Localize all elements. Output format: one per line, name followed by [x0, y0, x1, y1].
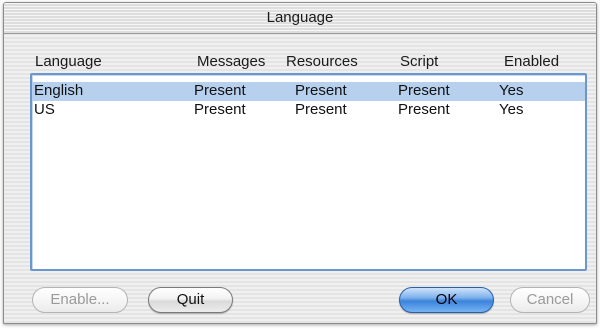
cell-language: English — [34, 82, 84, 99]
language-dialog: Language Language Messages Resources Scr… — [3, 2, 597, 324]
cell-enabled: Yes — [499, 82, 524, 99]
cell-messages: Present — [194, 101, 246, 118]
cell-script: Present — [398, 82, 450, 99]
cell-language: US — [34, 101, 55, 118]
quit-button[interactable]: Quit — [148, 287, 233, 313]
column-header-script[interactable]: Script — [400, 53, 438, 70]
ok-button[interactable]: OK — [399, 287, 494, 313]
dialog-title: Language — [266, 9, 334, 26]
cell-resources: Present — [295, 82, 347, 99]
language-list[interactable]: English Present Present Present Yes US P… — [30, 73, 587, 271]
column-header-enabled[interactable]: Enabled — [504, 53, 559, 70]
column-header-messages[interactable]: Messages — [197, 53, 265, 70]
cell-script: Present — [398, 101, 450, 118]
cell-messages: Present — [194, 82, 246, 99]
column-header-language[interactable]: Language — [35, 53, 102, 70]
cell-resources: Present — [295, 101, 347, 118]
cancel-button[interactable]: Cancel — [510, 287, 590, 313]
language-row-english[interactable]: English Present Present Present Yes — [32, 82, 585, 101]
cell-enabled: Yes — [499, 101, 524, 118]
dialog-titlebar[interactable]: Language — [4, 3, 596, 34]
language-row-us[interactable]: US Present Present Present Yes — [32, 101, 585, 120]
enable-button[interactable]: Enable... — [32, 287, 128, 313]
column-header-resources[interactable]: Resources — [286, 53, 358, 70]
